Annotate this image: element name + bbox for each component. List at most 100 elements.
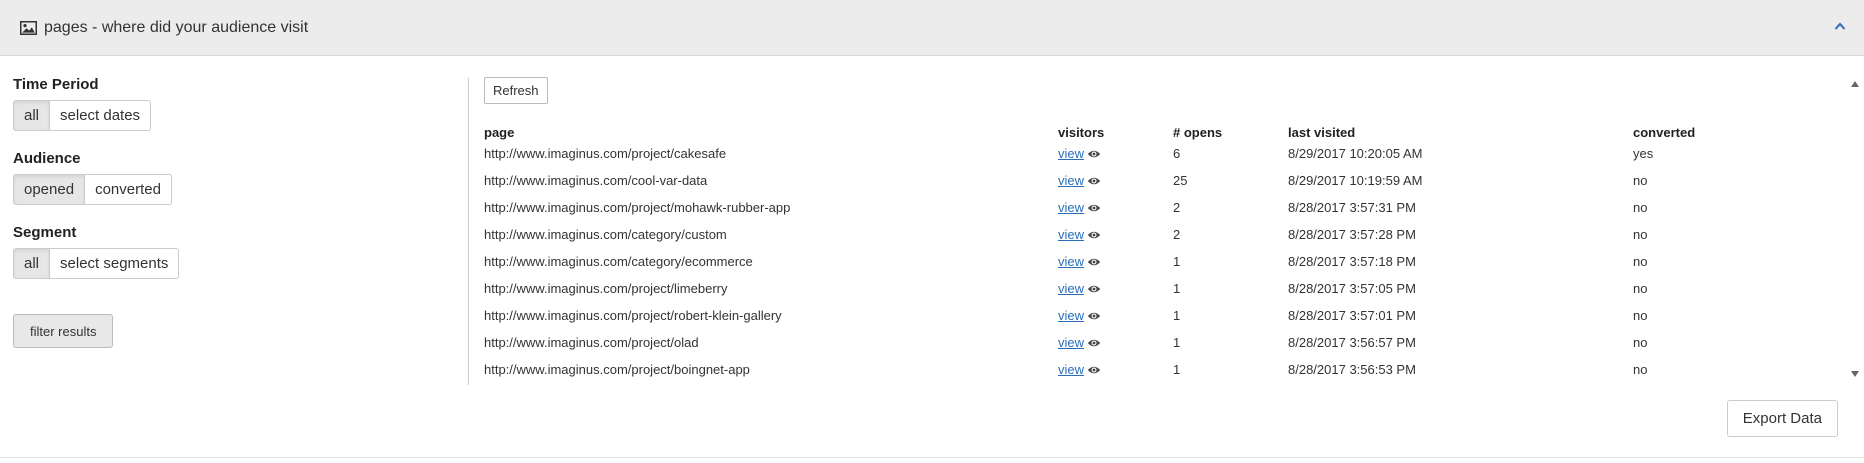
column-header-last-visited: last visited [1288, 125, 1356, 140]
page-url-cell: http://www.imaginus.com/project/mohawk-r… [484, 200, 791, 215]
last-visited-cell: 8/28/2017 3:57:31 PM [1288, 200, 1416, 215]
converted-cell: yes [1633, 146, 1654, 161]
column-header-opens: # opens [1173, 125, 1223, 140]
converted-cell: no [1633, 254, 1648, 269]
view-visitors-link[interactable]: view [1058, 227, 1084, 242]
last-visited-cell: 8/28/2017 3:57:05 PM [1288, 281, 1416, 296]
visitors-cell: view [1058, 221, 1173, 248]
visitors-cell: view [1058, 194, 1173, 221]
eye-icon [1087, 366, 1101, 374]
column-header-page: page [484, 125, 515, 140]
visitors-cell: view [1058, 140, 1173, 167]
panel-title: pages - where did your audience visit [44, 18, 309, 36]
visitors-cell: view [1058, 329, 1173, 356]
results-area: Refresh page visitors # opens last visit… [484, 77, 1844, 377]
converted-cell: no [1633, 200, 1648, 215]
table-row: http://www.imaginus.com/project/robert-k… [484, 302, 1844, 329]
view-visitors-link[interactable]: view [1058, 173, 1084, 188]
visitors-cell: view [1058, 248, 1173, 275]
audience-converted-button[interactable]: converted [85, 174, 172, 205]
opens-cell: 1 [1173, 308, 1181, 323]
chevron-up-icon[interactable] [1830, 14, 1850, 38]
opens-cell: 1 [1173, 362, 1181, 377]
view-visitors-link[interactable]: view [1058, 281, 1084, 296]
table-row: http://www.imaginus.com/project/olad vie… [484, 329, 1844, 356]
eye-icon [1087, 204, 1101, 212]
scroll-up-arrow-icon[interactable] [1850, 80, 1860, 88]
visitors-cell: view [1058, 302, 1173, 329]
time-period-all-button[interactable]: all [13, 100, 51, 131]
eye-icon [1087, 231, 1101, 239]
converted-cell: no [1633, 308, 1648, 323]
eye-icon [1087, 150, 1101, 158]
last-visited-cell: 8/28/2017 3:56:57 PM [1288, 335, 1416, 350]
view-visitors-link[interactable]: view [1058, 308, 1084, 323]
last-visited-cell: 8/28/2017 3:57:18 PM [1288, 254, 1416, 269]
opens-cell: 2 [1173, 227, 1181, 242]
time-period-select-dates-button[interactable]: select dates [50, 100, 152, 131]
page-url-cell: http://www.imaginus.com/category/custom [484, 227, 727, 242]
page-url-cell: http://www.imaginus.com/project/limeberr… [484, 281, 728, 296]
page-url-cell: http://www.imaginus.com/cool-var-data [484, 173, 708, 188]
scroll-down-arrow-icon[interactable] [1850, 370, 1860, 378]
eye-icon [1087, 177, 1101, 185]
time-period-label: Time Period [13, 76, 99, 93]
converted-cell: no [1633, 227, 1648, 242]
eye-icon [1087, 258, 1101, 266]
table-row: http://www.imaginus.com/project/boingnet… [484, 356, 1844, 383]
column-header-visitors: visitors [1058, 125, 1105, 140]
table-row: http://www.imaginus.com/project/mohawk-r… [484, 194, 1844, 221]
view-visitors-link[interactable]: view [1058, 146, 1084, 161]
converted-cell: no [1633, 173, 1648, 188]
page-url-cell: http://www.imaginus.com/project/robert-k… [484, 308, 782, 323]
audience-toggle: opened converted [13, 174, 172, 205]
table-row: http://www.imaginus.com/category/custom … [484, 221, 1844, 248]
opens-cell: 1 [1173, 254, 1181, 269]
last-visited-cell: 8/28/2017 3:57:01 PM [1288, 308, 1416, 323]
filters-sidebar: Time Period all select dates Audience op… [13, 76, 453, 348]
refresh-button[interactable]: Refresh [484, 77, 548, 104]
visitors-cell: view [1058, 275, 1173, 302]
visitors-cell: view [1058, 167, 1173, 194]
bottom-divider [0, 457, 1864, 458]
opens-cell: 6 [1173, 146, 1181, 161]
segment-label: Segment [13, 224, 77, 241]
column-header-converted: converted [1633, 125, 1696, 140]
page-url-cell: http://www.imaginus.com/category/ecommer… [484, 254, 753, 269]
segment-select-segments-button[interactable]: select segments [50, 248, 180, 279]
eye-icon [1087, 312, 1101, 320]
table-row: http://www.imaginus.com/project/limeberr… [484, 275, 1844, 302]
table-row: http://www.imaginus.com/cool-var-data vi… [484, 167, 1844, 194]
eye-icon [1087, 339, 1101, 347]
view-visitors-link[interactable]: view [1058, 362, 1084, 377]
time-period-toggle: all select dates [13, 100, 152, 131]
divider [468, 78, 469, 385]
converted-cell: no [1633, 281, 1648, 296]
opens-cell: 1 [1173, 335, 1181, 350]
table-header-row: page visitors # opens last visited conve… [484, 121, 1844, 140]
view-visitors-link[interactable]: view [1058, 335, 1084, 350]
last-visited-cell: 8/28/2017 3:57:28 PM [1288, 227, 1416, 242]
visitors-cell: view [1058, 356, 1173, 383]
pages-panel: pages - where did your audience visit Ti… [0, 0, 1864, 463]
converted-cell: no [1633, 335, 1648, 350]
image-icon [20, 20, 37, 35]
view-visitors-link[interactable]: view [1058, 254, 1084, 269]
segment-toggle: all select segments [13, 248, 180, 279]
opens-cell: 25 [1173, 173, 1188, 188]
pages-table: page visitors # opens last visited conve… [484, 121, 1844, 383]
page-url-cell: http://www.imaginus.com/project/olad [484, 335, 699, 350]
page-url-cell: http://www.imaginus.com/project/cakesafe [484, 146, 727, 161]
segment-all-button[interactable]: all [13, 248, 51, 279]
eye-icon [1087, 285, 1101, 293]
audience-label: Audience [13, 150, 81, 167]
table-row: http://www.imaginus.com/project/cakesafe… [484, 140, 1844, 167]
filter-results-button[interactable]: filter results [13, 314, 114, 348]
panel-header[interactable]: pages - where did your audience visit [0, 0, 1864, 56]
view-visitors-link[interactable]: view [1058, 200, 1084, 215]
audience-opened-button[interactable]: opened [13, 174, 86, 205]
export-data-button[interactable]: Export Data [1726, 400, 1838, 437]
converted-cell: no [1633, 362, 1648, 377]
opens-cell: 1 [1173, 281, 1181, 296]
page-url-cell: http://www.imaginus.com/project/boingnet… [484, 362, 750, 377]
